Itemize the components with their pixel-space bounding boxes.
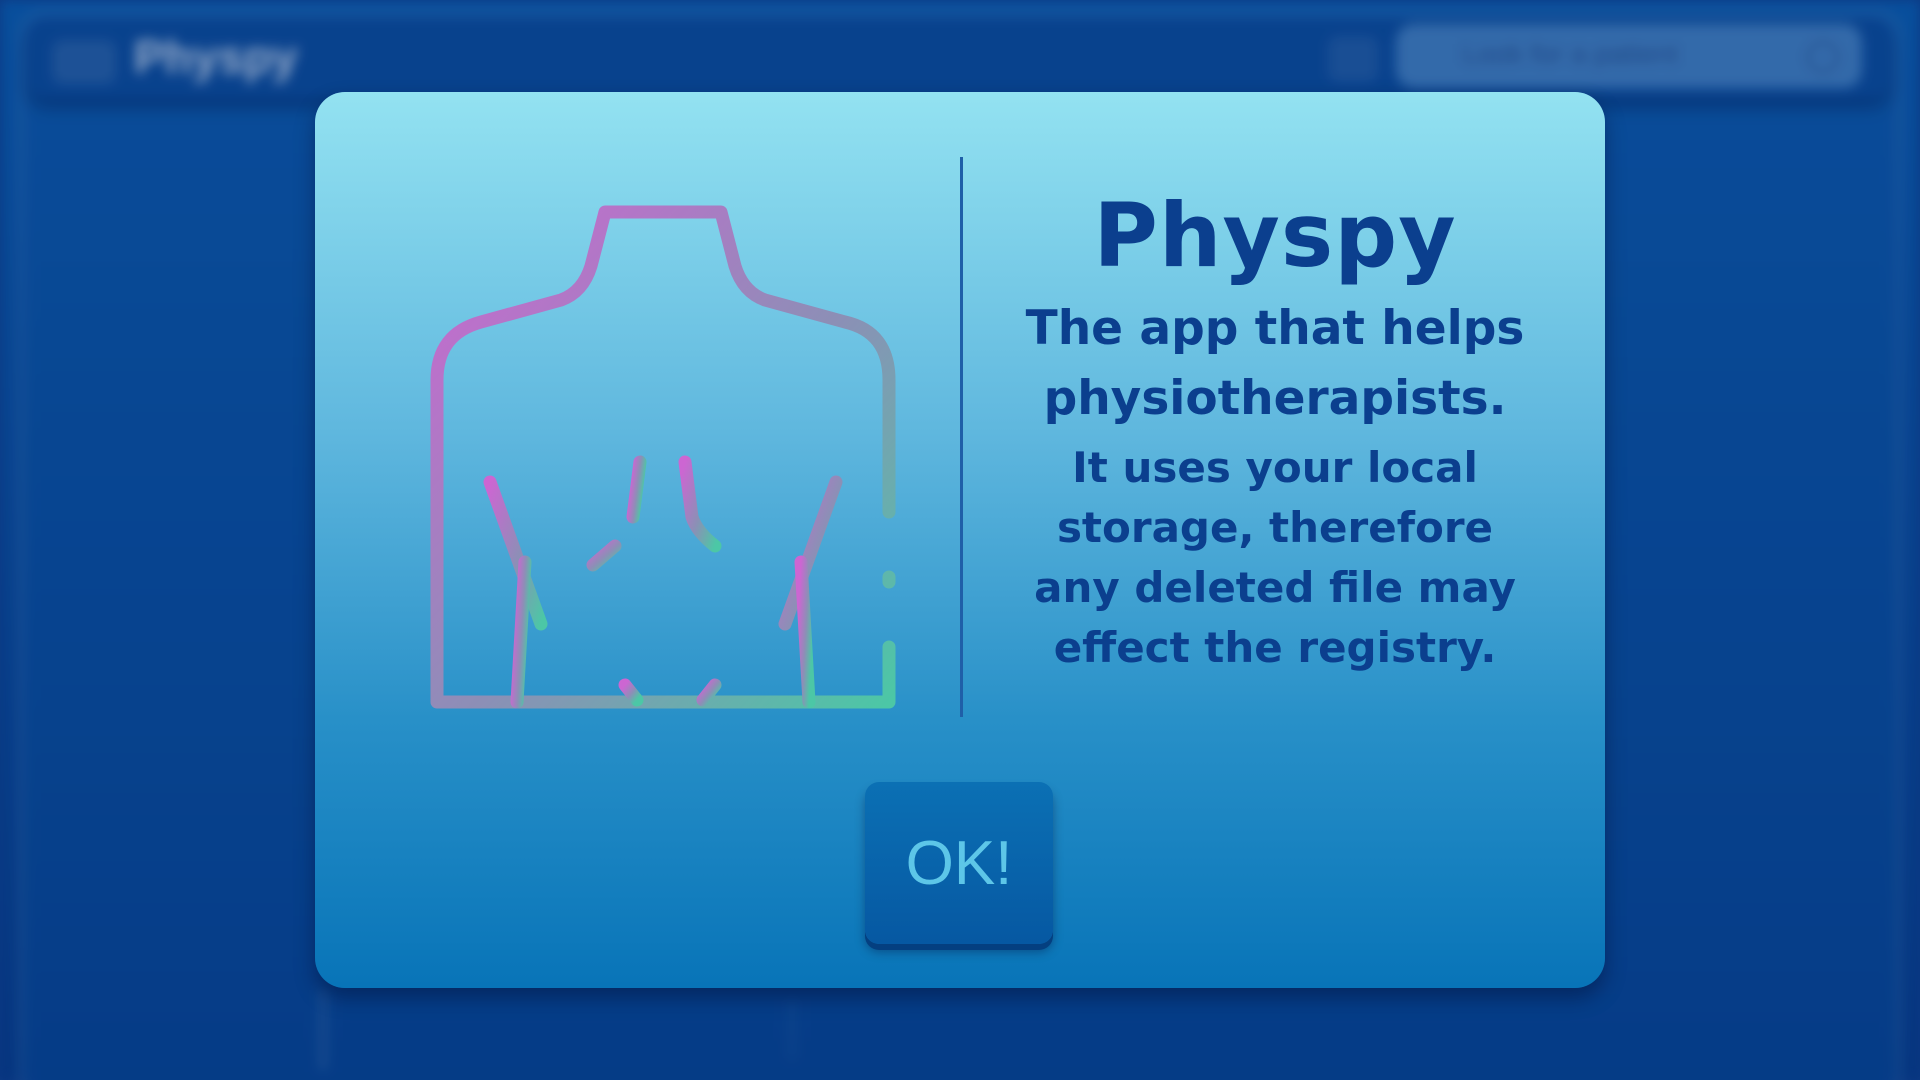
- note-line: storage, therefore: [1056, 503, 1494, 552]
- note-line: any deleted file may: [1034, 563, 1516, 612]
- about-text: Physpy The app that helps physiotherapis…: [970, 192, 1580, 678]
- note-line: It uses your local: [1072, 443, 1478, 492]
- tagline-line: The app that helps: [1025, 301, 1525, 356]
- tagline-line: physiotherapists.: [1043, 371, 1507, 426]
- dialog-title: Physpy: [1093, 184, 1457, 287]
- about-dialog: Physpy The app that helps physiotherapis…: [315, 92, 1605, 988]
- note-line: effect the registry.: [1053, 623, 1497, 672]
- storage-note: It uses your local storage, therefore an…: [970, 438, 1580, 678]
- ok-button[interactable]: OK!: [865, 782, 1053, 944]
- tagline: The app that helps physiotherapists.: [970, 294, 1580, 434]
- human-back-outline-icon: [430, 205, 896, 709]
- vertical-divider: [960, 157, 963, 717]
